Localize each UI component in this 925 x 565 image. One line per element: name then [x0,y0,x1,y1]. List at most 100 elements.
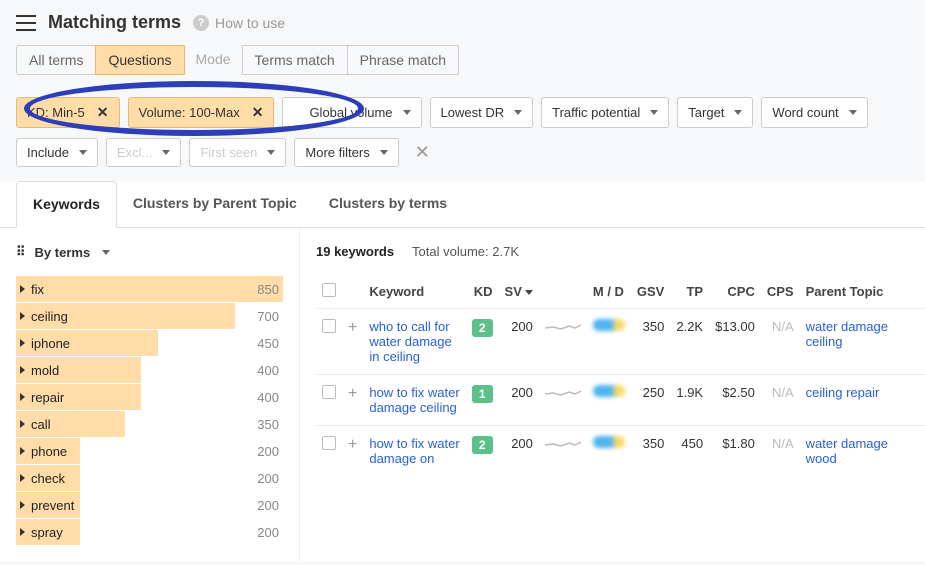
term-label: call [31,417,51,432]
chevron-down-icon [403,110,411,115]
term-label: repair [31,390,64,405]
gsv-value: 250 [631,375,670,426]
page-title: Matching terms [48,12,181,33]
col-trend[interactable] [539,275,587,309]
chevron-down-icon [102,250,110,255]
tab-questions[interactable]: Questions [95,45,184,75]
tab-terms-match[interactable]: Terms match [242,45,348,75]
cps-value: N/A [761,375,800,426]
filter-kd[interactable]: KD: Min-5 ✕ [16,97,120,128]
menu-icon[interactable] [16,15,36,31]
term-row[interactable]: mold 400 [16,357,283,383]
cluster-icon: ⠿ [16,244,27,260]
col-tp[interactable]: TP [670,275,709,309]
how-to-use[interactable]: ? How to use [193,15,285,31]
how-to-use-label: How to use [215,15,285,31]
chevron-down-icon [267,150,275,155]
tab-clusters-parent[interactable]: Clusters by Parent Topic [117,181,313,227]
term-row[interactable]: phone 200 [16,438,283,464]
term-row[interactable]: call 350 [16,411,283,437]
keyword-link[interactable]: how to fix water damage ceiling [369,385,460,415]
cpc-value: $2.50 [709,375,761,426]
filter-word-count[interactable]: Word count [761,97,867,128]
filter-traffic-potential-label: Traffic potential [552,105,640,120]
by-terms-label: By terms [35,245,91,260]
filter-target[interactable]: Target [677,97,753,128]
sv-value: 200 [499,426,539,477]
filter-include[interactable]: Include [16,138,98,167]
chevron-down-icon [650,110,658,115]
md-chart [593,385,625,397]
filter-target-label: Target [688,105,724,120]
tab-phrase-match[interactable]: Phrase match [347,45,459,75]
filter-volume[interactable]: Volume: 100-Max ✕ [128,97,275,128]
col-keyword[interactable]: Keyword [363,275,466,309]
clear-filters[interactable]: ✕ [407,138,438,167]
filter-volume-label: Volume: 100-Max [139,105,240,120]
term-label: phone [31,444,67,459]
tp-value: 450 [670,426,709,477]
tab-keywords[interactable]: Keywords [16,181,117,228]
col-cps[interactable]: CPS [761,275,800,309]
keyword-link[interactable]: how to fix water damage on [369,436,460,466]
filter-lowest-dr[interactable]: Lowest DR [430,97,534,128]
term-row[interactable]: check 200 [16,465,283,491]
tp-value: 1.9K [670,375,709,426]
sv-value: 200 [499,375,539,426]
term-row[interactable]: iphone 450 [16,330,283,356]
col-cpc[interactable]: CPC [709,275,761,309]
col-gsv[interactable]: GSV [631,275,670,309]
filter-word-count-label: Word count [772,105,838,120]
tp-value: 2.2K [670,309,709,375]
term-label: iphone [31,336,70,351]
filter-global-volume-label: Global volume [309,105,392,120]
tab-all-terms[interactable]: All terms [16,45,96,75]
tab-clusters-terms[interactable]: Clusters by terms [313,181,463,227]
parent-topic-link[interactable]: water damage wood [806,436,888,466]
term-count: 450 [257,336,279,351]
filter-more[interactable]: More filters [294,138,398,167]
table-row: + how to fix water damage ceiling 1 200 … [316,375,925,426]
total-volume: Total volume: 2.7K [412,244,519,259]
term-row[interactable]: ceiling 700 [16,303,283,329]
table-row: + who to call for water damage in ceilin… [316,309,925,375]
expand-icon[interactable]: + [348,385,357,402]
chevron-down-icon [79,150,87,155]
select-all-checkbox[interactable] [322,283,336,297]
close-icon[interactable]: ✕ [97,104,109,121]
by-terms-dropdown[interactable]: ⠿ By terms [16,244,283,260]
close-icon[interactable]: ✕ [252,104,264,121]
keyword-link[interactable]: who to call for water damage in ceiling [369,319,460,364]
term-row[interactable]: fix 850 [16,276,283,302]
col-parent-topic[interactable]: Parent Topic [800,275,925,309]
term-row[interactable]: repair 400 [16,384,283,410]
row-checkbox[interactable] [322,319,336,333]
term-label: mold [31,363,59,378]
sort-desc-icon [525,290,533,295]
filter-more-label: More filters [305,145,369,160]
term-count: 400 [257,390,279,405]
row-checkbox[interactable] [322,385,336,399]
filter-traffic-potential[interactable]: Traffic potential [541,97,669,128]
parent-topic-link[interactable]: water damage ceiling [806,319,888,349]
filter-global-volume[interactable]: Global volume [282,97,421,128]
expand-icon[interactable]: + [348,436,357,453]
parent-topic-link[interactable]: ceiling repair [806,385,880,400]
gsv-value: 350 [631,309,670,375]
term-row[interactable]: spray 200 [16,519,283,545]
col-kd[interactable]: KD [466,275,499,309]
caret-right-icon [20,528,25,536]
col-md[interactable]: M / D [587,275,631,309]
term-count: 200 [257,471,279,486]
row-checkbox[interactable] [322,436,336,450]
trend-sparkline [545,385,581,399]
chevron-down-icon [380,150,388,155]
help-icon: ? [193,15,209,31]
col-sv[interactable]: SV [499,275,539,309]
chevron-down-icon [514,110,522,115]
expand-icon[interactable]: + [348,319,357,336]
filter-hidden-1[interactable]: Excl... [106,138,181,167]
term-count: 200 [257,525,279,540]
filter-hidden-2[interactable]: First seen [189,138,286,167]
term-row[interactable]: prevent 200 [16,492,283,518]
